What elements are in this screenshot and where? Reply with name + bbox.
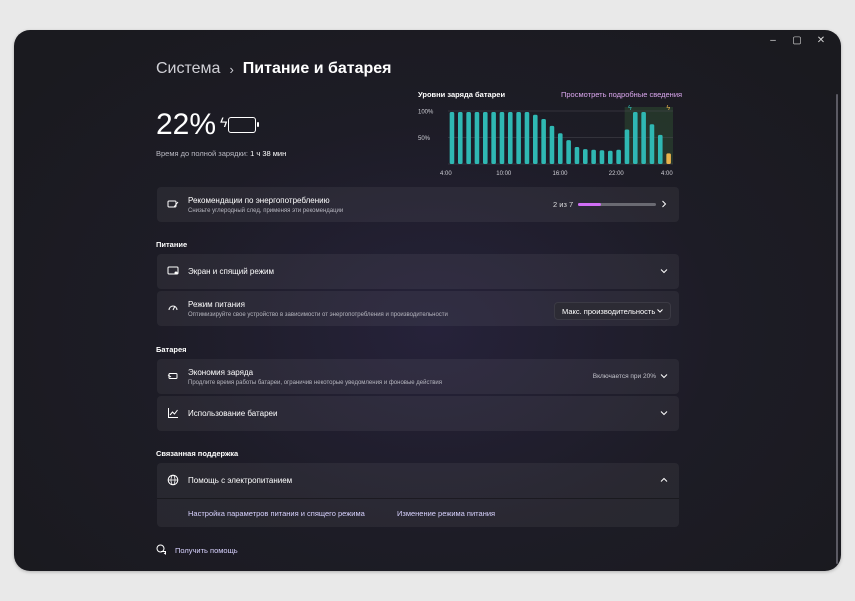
battery-saver-icon xyxy=(167,370,179,382)
power-help-title[interactable]: Помощь с электропитанием xyxy=(188,476,292,485)
section-power: Питание xyxy=(156,240,188,249)
minimize-button[interactable]: – xyxy=(761,32,785,48)
get-help-label: Получить помощь xyxy=(175,546,238,555)
breadcrumb: Система › Питание и батарея xyxy=(156,60,392,78)
battery-saver-subtitle: Продлите время работы батареи, ограничив… xyxy=(188,380,443,386)
chart-line-icon xyxy=(167,407,179,419)
view-details-link[interactable]: Просмотреть подробные сведения xyxy=(561,90,682,99)
power-mode-title: Режим питания xyxy=(188,300,245,309)
recommendations-progress-fill xyxy=(578,203,601,206)
chart-bar xyxy=(516,112,521,164)
chart-bar xyxy=(508,112,513,164)
chevron-down-icon xyxy=(656,307,664,317)
chart-bar xyxy=(541,118,546,164)
divider xyxy=(157,498,679,499)
chart-bar xyxy=(499,112,505,164)
screen-sleep-card[interactable]: Экран и спящий режим xyxy=(157,254,679,289)
chart-bar xyxy=(491,112,496,164)
chart-bar xyxy=(583,149,588,164)
battery-usage-title: Использование батареи xyxy=(188,409,278,418)
globe-icon xyxy=(167,474,179,486)
battery-status: 22% ϟ xyxy=(156,108,260,142)
chart-bar xyxy=(458,112,463,164)
power-mode-subtitle: Оптимизируйте свое устройство в зависимо… xyxy=(188,312,448,318)
settings-window: – ▢ ✕ Система › Питание и батарея 22% ϟ … xyxy=(14,30,841,571)
screen-sleep-title: Экран и спящий режим xyxy=(188,267,275,276)
charge-time: Время до полной зарядки: 1 ч 38 мин xyxy=(156,149,286,158)
power-mode-value: Макс. производительность xyxy=(562,306,656,316)
battery-saver-title: Экономия заряда xyxy=(188,368,254,377)
chart-bar xyxy=(658,134,663,164)
chart-bar xyxy=(524,112,530,164)
chart-bar xyxy=(483,112,488,164)
chart-bar xyxy=(633,112,638,164)
chart-bar xyxy=(449,112,455,164)
chart-bar xyxy=(591,149,596,164)
chevron-up-icon[interactable] xyxy=(659,475,669,485)
help-chat-icon xyxy=(156,544,167,557)
chart-bar xyxy=(624,129,630,164)
x-tick-label: 10:00 xyxy=(496,171,512,177)
chart-bar xyxy=(599,150,605,164)
charging-bolt-icon: ϟ xyxy=(628,105,632,112)
leaf-icon xyxy=(167,198,179,210)
chevron-down-icon xyxy=(659,266,669,276)
power-mode-icon xyxy=(167,302,179,314)
x-tick-label: 4:00 xyxy=(661,171,673,177)
chart-bar xyxy=(466,112,471,164)
power-mode-card: Режим питания Оптимизируйте свое устройс… xyxy=(157,291,679,326)
x-tick-label: 22:00 xyxy=(609,171,625,177)
recommendations-subtitle: Снизьте углеродный след, применяя эти ре… xyxy=(188,208,344,214)
chart-bar xyxy=(641,112,646,164)
chart-title: Уровни заряда батареи xyxy=(418,90,506,99)
power-help-card: Помощь с электропитанием Настройка парам… xyxy=(157,463,679,527)
chart-bar xyxy=(474,112,480,164)
section-support: Связанная поддержка xyxy=(156,449,239,458)
chevron-down-icon xyxy=(659,371,669,381)
battery-percent: 22% xyxy=(156,108,217,141)
monitor-icon xyxy=(167,265,179,277)
chart-bar xyxy=(574,147,580,164)
chevron-down-icon xyxy=(659,408,669,418)
y-tick-label: 50% xyxy=(418,136,431,142)
scrollbar[interactable] xyxy=(836,94,838,564)
battery-charging-icon: ϟ xyxy=(220,114,260,133)
page-title: Питание и батарея xyxy=(242,60,392,77)
get-help-link[interactable]: Получить помощь xyxy=(156,544,238,557)
power-sleep-settings-link[interactable]: Настройка параметров питания и спящего р… xyxy=(188,509,365,518)
battery-saver-card[interactable]: Экономия заряда Продлите время работы ба… xyxy=(157,359,679,394)
chevron-right-icon xyxy=(659,199,669,209)
chart-bar xyxy=(558,133,563,164)
window-controls: – ▢ ✕ xyxy=(761,32,833,48)
x-tick-label: 16:00 xyxy=(553,171,569,177)
recommendations-title: Рекомендации по энергопотреблению xyxy=(188,196,330,205)
recommendations-progress-text: 2 из 7 xyxy=(553,200,574,209)
chart-bar xyxy=(616,149,621,164)
breadcrumb-parent[interactable]: Система xyxy=(156,60,220,78)
recommendations-progress-bar xyxy=(578,203,656,206)
section-battery: Батарея xyxy=(156,345,187,354)
battery-usage-card[interactable]: Использование батареи xyxy=(157,396,679,431)
x-tick-label: 4:00 xyxy=(440,171,452,177)
chart-bar xyxy=(649,124,655,164)
recommendations-card[interactable]: Рекомендации по энергопотреблению Снизьт… xyxy=(157,187,679,222)
battery-saver-status: Включается при 20% xyxy=(592,373,656,380)
charging-bolt-icon: ϟ xyxy=(666,105,670,112)
chart-bar xyxy=(666,153,671,164)
breadcrumb-separator: › xyxy=(229,61,234,77)
change-power-mode-link[interactable]: Изменение режима питания xyxy=(397,509,495,518)
close-button[interactable]: ✕ xyxy=(809,32,833,48)
charging-period-band xyxy=(624,107,673,164)
battery-level-chart: 100% 50% ϟ ϟ 4:00 10:00 16:00 22:00 4:00 xyxy=(418,105,673,177)
chart-bar xyxy=(533,114,538,164)
chart-bar xyxy=(566,140,571,164)
charge-time-value: 1 ч 38 мин xyxy=(250,149,287,158)
chart-bar xyxy=(608,150,613,164)
charge-time-label: Время до полной зарядки: xyxy=(156,149,248,158)
y-tick-label: 100% xyxy=(418,110,434,116)
power-mode-dropdown[interactable]: Макс. производительность xyxy=(554,302,671,320)
maximize-button[interactable]: ▢ xyxy=(785,32,809,48)
chart-bar xyxy=(549,125,555,164)
